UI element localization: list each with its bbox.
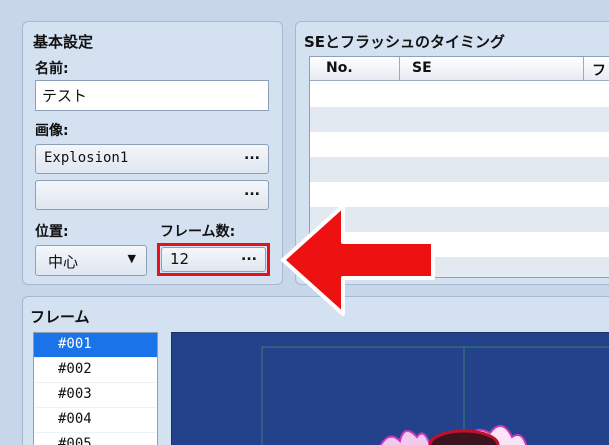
frame-count-label: フレーム数:	[160, 224, 236, 240]
name-label: 名前:	[35, 61, 69, 77]
image-label: 画像:	[35, 123, 69, 139]
frame-count-value: 12	[170, 250, 190, 268]
list-item[interactable]: #002	[34, 358, 157, 383]
frames-title: フレーム	[30, 308, 90, 326]
list-item[interactable]: #004	[34, 408, 157, 433]
image2-browse-icon[interactable]: ...	[244, 183, 260, 199]
image2-select[interactable]: ...	[35, 180, 269, 210]
frame-count-browse-icon[interactable]: ...	[241, 248, 257, 264]
preview-canvas	[261, 346, 609, 445]
animation-preview[interactable]	[171, 332, 609, 445]
frame-list[interactable]: #001 #002 #003 #004 #005	[33, 332, 158, 445]
chevron-down-icon: ▼	[127, 252, 136, 265]
table-row[interactable]	[310, 157, 609, 182]
basic-settings-title: 基本設定	[33, 33, 94, 51]
table-row[interactable]	[310, 82, 609, 107]
annotation-arrow	[281, 204, 435, 316]
position-select[interactable]: 中心 ▼	[35, 245, 147, 276]
frame-count-select[interactable]: 12 ...	[161, 247, 266, 272]
table-row[interactable]	[310, 132, 609, 157]
list-item[interactable]: #003	[34, 383, 157, 408]
image1-browse-icon[interactable]: ...	[244, 147, 260, 163]
list-item[interactable]: #001	[34, 333, 157, 358]
image1-value: Explosion1	[44, 150, 129, 166]
name-input[interactable]: テスト	[35, 80, 269, 111]
table-row[interactable]	[310, 107, 609, 132]
list-item[interactable]: #005	[34, 433, 157, 445]
image1-select[interactable]: Explosion1 ...	[35, 144, 269, 174]
column-header-se[interactable]: SE	[400, 57, 584, 81]
column-header-no[interactable]: No.	[310, 57, 400, 81]
position-value: 中心	[48, 253, 79, 271]
position-label: 位置:	[35, 224, 69, 240]
column-header-flash[interactable]: フ	[584, 57, 609, 81]
timing-title: SEとフラッシュのタイミング	[304, 33, 506, 51]
name-input-value: テスト	[42, 87, 88, 105]
effect-sprite	[379, 425, 528, 445]
